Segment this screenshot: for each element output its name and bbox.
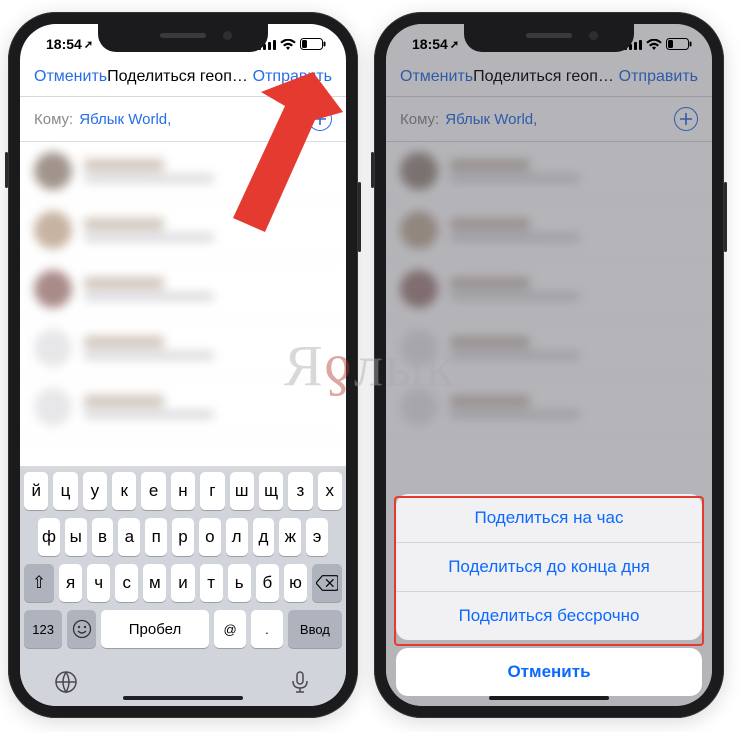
battery-icon: [300, 38, 326, 50]
notch: [464, 24, 634, 52]
key[interactable]: п: [145, 518, 167, 556]
key[interactable]: ю: [284, 564, 307, 602]
contact-row[interactable]: [20, 319, 346, 378]
page-title: Поделиться геопози…: [107, 68, 253, 86]
key[interactable]: м: [143, 564, 166, 602]
key[interactable]: к: [112, 472, 136, 510]
add-contact-button[interactable]: [308, 107, 332, 131]
share-until-end-of-day-button[interactable]: Поделиться до конца дня: [396, 542, 702, 591]
key[interactable]: я: [59, 564, 82, 602]
nav-bar: Отменить Поделиться геопози… Отправить: [20, 64, 346, 97]
keyboard: й ц у к е н г ш щ з х ф ы в а п: [20, 466, 346, 706]
plus-icon: [314, 113, 326, 125]
key[interactable]: х: [318, 472, 342, 510]
key[interactable]: н: [171, 472, 195, 510]
sheet-cancel-button[interactable]: Отменить: [396, 648, 702, 696]
avatar: [34, 211, 72, 249]
key[interactable]: щ: [259, 472, 283, 510]
backspace-icon: [316, 575, 338, 591]
location-arrow-icon: ➚: [450, 39, 459, 51]
key[interactable]: у: [83, 472, 107, 510]
recipient-bar[interactable]: Кому: Яблык World,: [20, 97, 346, 142]
emoji-icon: [72, 619, 92, 639]
key[interactable]: ш: [230, 472, 254, 510]
key[interactable]: ь: [228, 564, 251, 602]
wifi-icon: [646, 39, 662, 50]
key[interactable]: с: [115, 564, 138, 602]
status-time: 18:54➚: [46, 36, 91, 52]
contact-row[interactable]: [20, 378, 346, 437]
phone-mock-left: 18:54➚ Отменить Поделиться геопози… Отпр…: [8, 12, 358, 718]
contact-row[interactable]: [20, 201, 346, 260]
key[interactable]: ф: [38, 518, 60, 556]
key[interactable]: т: [200, 564, 223, 602]
phone-mock-right: 18:54➚ Отменить Поделиться геопози… Отпр…: [374, 12, 724, 718]
contact-row[interactable]: [20, 142, 346, 201]
backspace-key[interactable]: [312, 564, 342, 602]
key[interactable]: р: [172, 518, 194, 556]
key[interactable]: и: [171, 564, 194, 602]
numeric-key[interactable]: 123: [24, 610, 62, 648]
status-time: 18:54➚: [412, 36, 457, 52]
share-indefinitely-button[interactable]: Поделиться бессрочно: [396, 591, 702, 640]
key[interactable]: й: [24, 472, 48, 510]
wifi-icon: [280, 39, 296, 50]
notch: [98, 24, 268, 52]
screen-left: 18:54➚ Отменить Поделиться геопози… Отпр…: [20, 24, 346, 706]
avatar: [34, 270, 72, 308]
dictation-icon[interactable]: [288, 670, 312, 694]
key[interactable]: ц: [53, 472, 77, 510]
to-label: Кому:: [34, 111, 73, 128]
emoji-key[interactable]: [67, 610, 96, 648]
at-key[interactable]: @: [214, 610, 246, 648]
key[interactable]: в: [92, 518, 114, 556]
avatar: [34, 152, 72, 190]
home-indicator[interactable]: [489, 696, 609, 700]
send-button[interactable]: Отправить: [253, 68, 332, 86]
location-arrow-icon: ➚: [84, 39, 93, 51]
screen-right: 18:54➚ Отменить Поделиться геопози… Отпр…: [386, 24, 712, 706]
recipient-chip[interactable]: Яблык World,: [79, 111, 171, 128]
home-indicator[interactable]: [123, 696, 243, 700]
action-sheet-options: Поделиться на час Поделиться до конца дн…: [396, 494, 702, 640]
shift-key[interactable]: ⇧: [24, 564, 54, 602]
key[interactable]: о: [199, 518, 221, 556]
enter-key[interactable]: Ввод: [288, 610, 342, 648]
globe-icon[interactable]: [54, 670, 78, 694]
avatar: [34, 388, 72, 426]
key[interactable]: з: [288, 472, 312, 510]
cancel-button[interactable]: Отменить: [34, 68, 107, 86]
key[interactable]: э: [306, 518, 328, 556]
battery-icon: [666, 38, 692, 50]
key[interactable]: е: [141, 472, 165, 510]
dot-key[interactable]: .: [251, 610, 283, 648]
avatar: [34, 329, 72, 367]
key[interactable]: ы: [65, 518, 87, 556]
key[interactable]: л: [226, 518, 248, 556]
key[interactable]: ч: [87, 564, 110, 602]
key[interactable]: д: [253, 518, 275, 556]
action-sheet: Поделиться на час Поделиться до конца дн…: [396, 494, 702, 696]
key[interactable]: а: [118, 518, 140, 556]
contact-suggestions: [20, 142, 346, 466]
spacebar[interactable]: Пробел: [101, 610, 209, 648]
share-one-hour-button[interactable]: Поделиться на час: [396, 494, 702, 542]
key[interactable]: ж: [279, 518, 301, 556]
contact-row[interactable]: [20, 260, 346, 319]
key[interactable]: б: [256, 564, 279, 602]
key[interactable]: г: [200, 472, 224, 510]
